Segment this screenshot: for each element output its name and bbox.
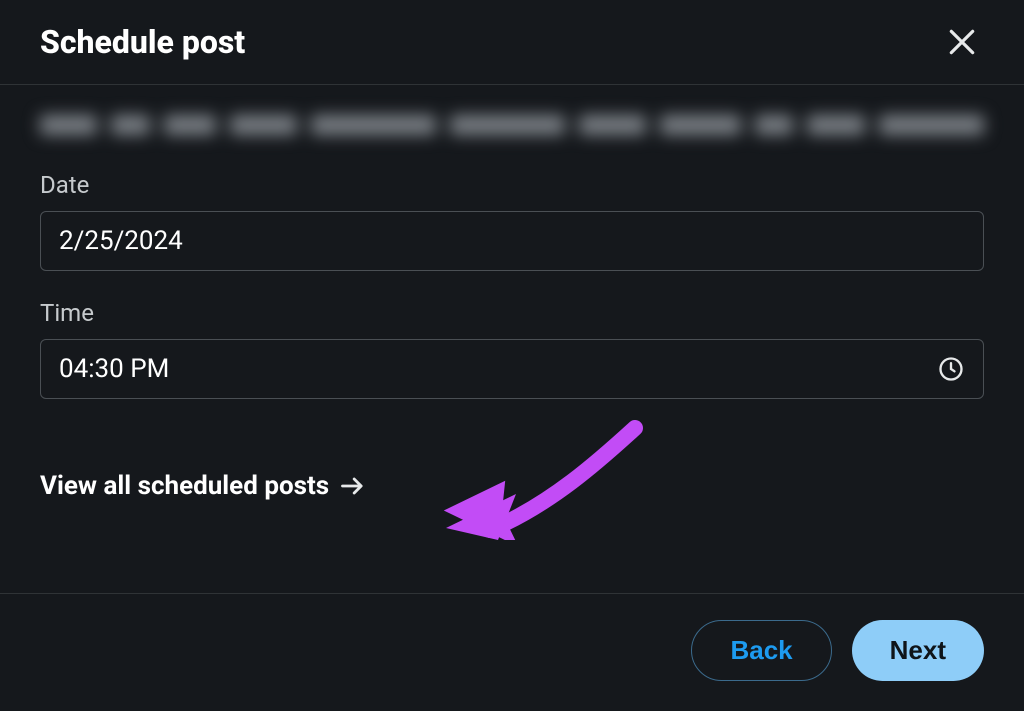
clock-icon [937,355,965,383]
date-value: 2/25/2024 [59,226,183,256]
schedule-post-modal: Schedule post Date 2/25/2024 Time 04:30 … [0,0,1024,711]
date-input[interactable]: 2/25/2024 [40,211,984,271]
redacted-info-line [40,115,984,145]
back-button[interactable]: Back [691,620,831,681]
close-button[interactable] [940,20,984,64]
annotation-arrow [440,420,650,544]
modal-title: Schedule post [40,23,245,61]
view-all-scheduled-posts-link[interactable]: View all scheduled posts [40,471,367,501]
modal-header: Schedule post [0,0,1024,85]
time-label: Time [40,299,984,327]
view-all-label: View all scheduled posts [40,471,329,501]
close-icon [946,26,978,58]
next-button[interactable]: Next [852,620,984,681]
arrow-right-icon [339,472,367,500]
modal-footer: Back Next [0,593,1024,711]
time-value: 04:30 PM [59,354,169,384]
time-input[interactable]: 04:30 PM [40,339,984,399]
modal-body: Date 2/25/2024 Time 04:30 PM View all sc… [0,85,1024,593]
date-label: Date [40,171,984,199]
